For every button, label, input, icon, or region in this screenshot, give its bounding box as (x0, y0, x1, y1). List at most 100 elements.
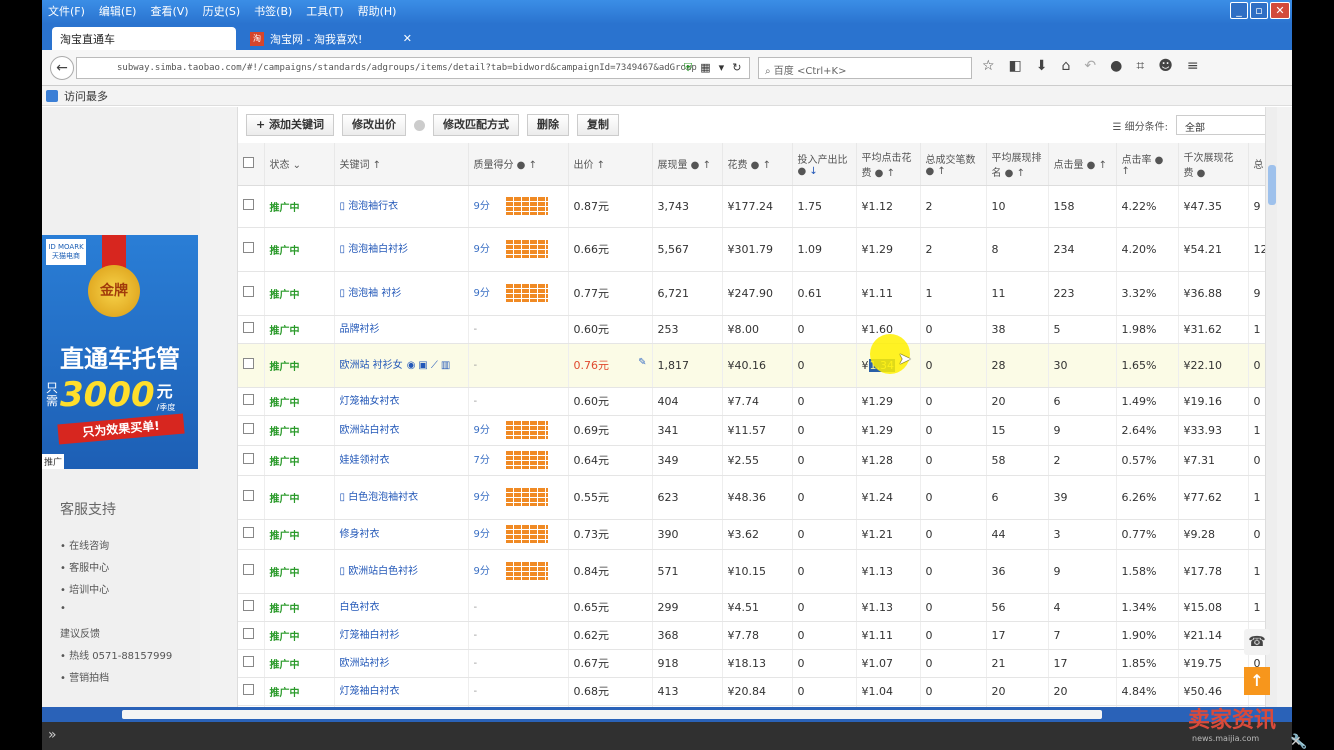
service-icon[interactable]: ☎ (1244, 629, 1270, 655)
address-bar[interactable]: subway.simba.taobao.com/#!/campaigns/sta… (76, 57, 750, 79)
table-row[interactable]: 推广中 灯笼袖女衬衣 - 0.60元 404 ¥7.74 0 ¥1.29 0 20 6 1.49% ¥1… (238, 387, 1268, 416)
emoji-icon[interactable]: ☻ (1158, 58, 1173, 74)
scroll-thumb[interactable] (1268, 165, 1276, 205)
bid-value[interactable]: 0.64元 (574, 454, 610, 467)
row-checkbox[interactable] (243, 242, 254, 253)
keyword-text[interactable]: 泡泡袖 衬衫 (348, 288, 401, 299)
vertical-scrollbar[interactable] (1265, 107, 1277, 707)
table-row[interactable]: 推广中 ▯ 泡泡袖 衬衫 9分 0.77元 6,721 ¥247.90 0.61 ¥1.11 1… (238, 271, 1268, 316)
row-checkbox[interactable] (243, 322, 254, 333)
reader-icon[interactable]: ◧ (1009, 58, 1022, 74)
row-checkbox[interactable] (243, 286, 254, 297)
menu-bookmarks[interactable]: 书签(B) (254, 3, 292, 19)
modify-bid-button[interactable]: 修改出价 (342, 114, 407, 136)
table-row[interactable]: 推广中 灯笼袖白衬衣 - 0.68元 413 ¥20.84 0 ¥1.04 0 20 20 4.84%… (238, 677, 1268, 706)
col-clicks[interactable]: 点击量 ● ↑ (1048, 143, 1117, 186)
bid-value[interactable]: 0.77元 (574, 287, 610, 300)
keyword-text[interactable]: 泡泡袖白衬衫 (348, 244, 408, 255)
table-row[interactable]: 推广中 娃娃领衬衣 7分 0.64元 349 ¥2.55 0 ¥1.28 0 58 2 0.57% ¥7… (238, 445, 1268, 476)
bid-value[interactable]: 0.68元 (574, 685, 610, 698)
bid-value[interactable]: 0.65元 (574, 601, 610, 614)
row-checkbox[interactable] (243, 490, 254, 501)
bid-value[interactable]: 0.66元 (574, 243, 610, 256)
table-row[interactable]: 推广中 ▯ 泡泡袖白衬衫 9分 0.66元 5,567 ¥301.79 1.09 ¥1.29 2… (238, 227, 1268, 272)
row-checkbox[interactable] (243, 600, 254, 611)
horizontal-scrollbar[interactable] (42, 707, 1292, 722)
cell-keyword[interactable]: ▯ 欧洲站白色衬衫 (334, 549, 469, 594)
menu-file[interactable]: 文件(F) (48, 3, 85, 19)
download-icon[interactable]: ⬇ (1036, 58, 1048, 74)
support-training[interactable]: • 培训中心 (60, 581, 172, 603)
row-checkbox[interactable] (243, 564, 254, 575)
table-row[interactable]: 推广中 ▯ 泡泡袖行衣 9分 0.87元 3,743 ¥177.24 1.75 ¥1.12 2 1… (238, 185, 1268, 228)
chat-icon[interactable]: ● (1110, 58, 1122, 74)
bid-value[interactable]: 0.84元 (574, 565, 610, 578)
cell-keyword[interactable]: ▯ 泡泡袖白衬衫 (334, 227, 469, 272)
help-icon[interactable] (414, 119, 426, 131)
keyword-text[interactable]: 白色泡泡袖衬衣 (348, 492, 418, 503)
keyword-text[interactable]: 欧洲站衬衫 (340, 658, 390, 669)
close-window-button[interactable]: ✕ (1270, 2, 1290, 19)
support-feedback[interactable]: 建议反馈 (60, 625, 172, 647)
cell-keyword[interactable]: 灯笼袖白衬衣 (334, 677, 469, 706)
keyword-text[interactable]: 泡泡袖行衣 (348, 201, 398, 212)
col-status[interactable]: 状态 ⌄ (264, 143, 335, 186)
undo-icon[interactable]: ↶ (1084, 58, 1096, 74)
col-rank[interactable]: 平均展现排名 ● ↑ (986, 143, 1049, 186)
col-deals[interactable]: 总成交笔数 ● ↑ (920, 143, 987, 186)
back-to-top-icon[interactable]: ↑ (1244, 667, 1270, 695)
cell-keyword[interactable]: 欧洲站 衬衫女 ◉▣⟋▥ (334, 343, 469, 388)
cell-keyword[interactable]: ▯ 白色泡泡袖衬衣 (334, 475, 469, 520)
table-row[interactable]: 推广中欧洲站 衬衫女◉▣⟋▥-0.76元✎1,817¥40.160¥1.3402… (238, 343, 1268, 388)
support-center[interactable]: • 客服中心 (60, 559, 172, 581)
keyword-text[interactable]: 欧洲站 衬衫女 (340, 360, 403, 371)
col-cost[interactable]: 花费 ● ↑ (722, 143, 793, 186)
col-impressions[interactable]: 展现量 ● ↑ (652, 143, 723, 186)
add-keyword-button[interactable]: + 添加关键词 (246, 114, 335, 136)
home-icon[interactable]: ⌂ (1062, 58, 1071, 74)
dropdown-icon[interactable]: ▾ (719, 61, 725, 75)
table-row[interactable]: 推广中 ▯ 欧洲站白色衬衫 9分 0.84元 571 ¥10.15 0 ¥1.13 0 36 9 1.… (238, 549, 1268, 594)
expand-icon[interactable]: » (48, 727, 57, 743)
keyword-action-icons[interactable]: ◉▣⟋▥ (407, 360, 454, 371)
col-cpc[interactable]: 平均点击花费 ● ↑ (856, 143, 921, 186)
row-checkbox[interactable] (243, 199, 254, 210)
keyword-text[interactable]: 娃娃领衬衣 (340, 455, 390, 466)
menu-view[interactable]: 查看(V) (150, 3, 188, 19)
hscroll-thumb[interactable] (122, 710, 1102, 719)
modify-match-button[interactable]: 修改匹配方式 (433, 114, 520, 136)
table-row[interactable]: 推广中 欧洲站衬衫 - 0.67元 918 ¥18.13 0 ¥1.07 0 21 17 1.85% ¥… (238, 649, 1268, 678)
table-row[interactable]: 推广中 修身衬衣 9分 0.73元 390 ¥3.62 0 ¥1.21 0 44 3 0.77% ¥9.… (238, 519, 1268, 550)
keyword-text[interactable]: 灯笼袖白衬衣 (340, 686, 400, 697)
bid-value[interactable]: 0.60元 (574, 395, 610, 408)
copy-button[interactable]: 复制 (577, 114, 620, 136)
col-ctr[interactable]: 点击率 ● ↑ (1116, 143, 1179, 186)
keyword-text[interactable]: 灯笼袖白衬衫 (340, 630, 400, 641)
delete-button[interactable]: 删除 (527, 114, 570, 136)
row-checkbox[interactable] (243, 423, 254, 434)
bid-value[interactable]: 0.69元 (574, 424, 610, 437)
cell-keyword[interactable]: 灯笼袖女衬衣 (334, 387, 469, 416)
search-input[interactable]: ⌕ 百度 <Ctrl+K> (758, 57, 972, 79)
keyword-text[interactable]: 灯笼袖女衬衣 (340, 396, 400, 407)
crop-icon[interactable]: ⌗ (1136, 58, 1144, 74)
tab-zhitongche[interactable]: 淘宝直通车 (52, 27, 236, 50)
row-checkbox[interactable] (243, 527, 254, 538)
bid-value[interactable]: 0.55元 (574, 491, 610, 504)
support-partner[interactable]: • 营销拍档 (60, 669, 172, 691)
qr-icon[interactable]: ▦ (700, 61, 710, 75)
col-roi[interactable]: 投入产出比 ● ↓ (792, 143, 857, 186)
select-all-checkbox[interactable] (243, 156, 254, 168)
cell-keyword[interactable]: ▯ 泡泡袖行衣 (334, 185, 469, 228)
row-checkbox[interactable] (243, 684, 254, 695)
tab-close-icon[interactable]: ✕ (403, 32, 412, 45)
cell-keyword[interactable]: 修身衬衣 (334, 519, 469, 550)
keyword-text[interactable]: 欧洲站白色衬衫 (348, 566, 418, 577)
reload-icon[interactable]: ↻ (732, 61, 741, 75)
row-checkbox[interactable] (243, 628, 254, 639)
maximize-button[interactable]: ▫ (1250, 2, 1268, 19)
row-checkbox[interactable] (243, 453, 254, 464)
menu-edit[interactable]: 编辑(E) (99, 3, 137, 19)
cell-keyword[interactable]: 品牌衬衫 (334, 315, 469, 344)
close-icon[interactable]: ✕ (1290, 734, 1302, 750)
